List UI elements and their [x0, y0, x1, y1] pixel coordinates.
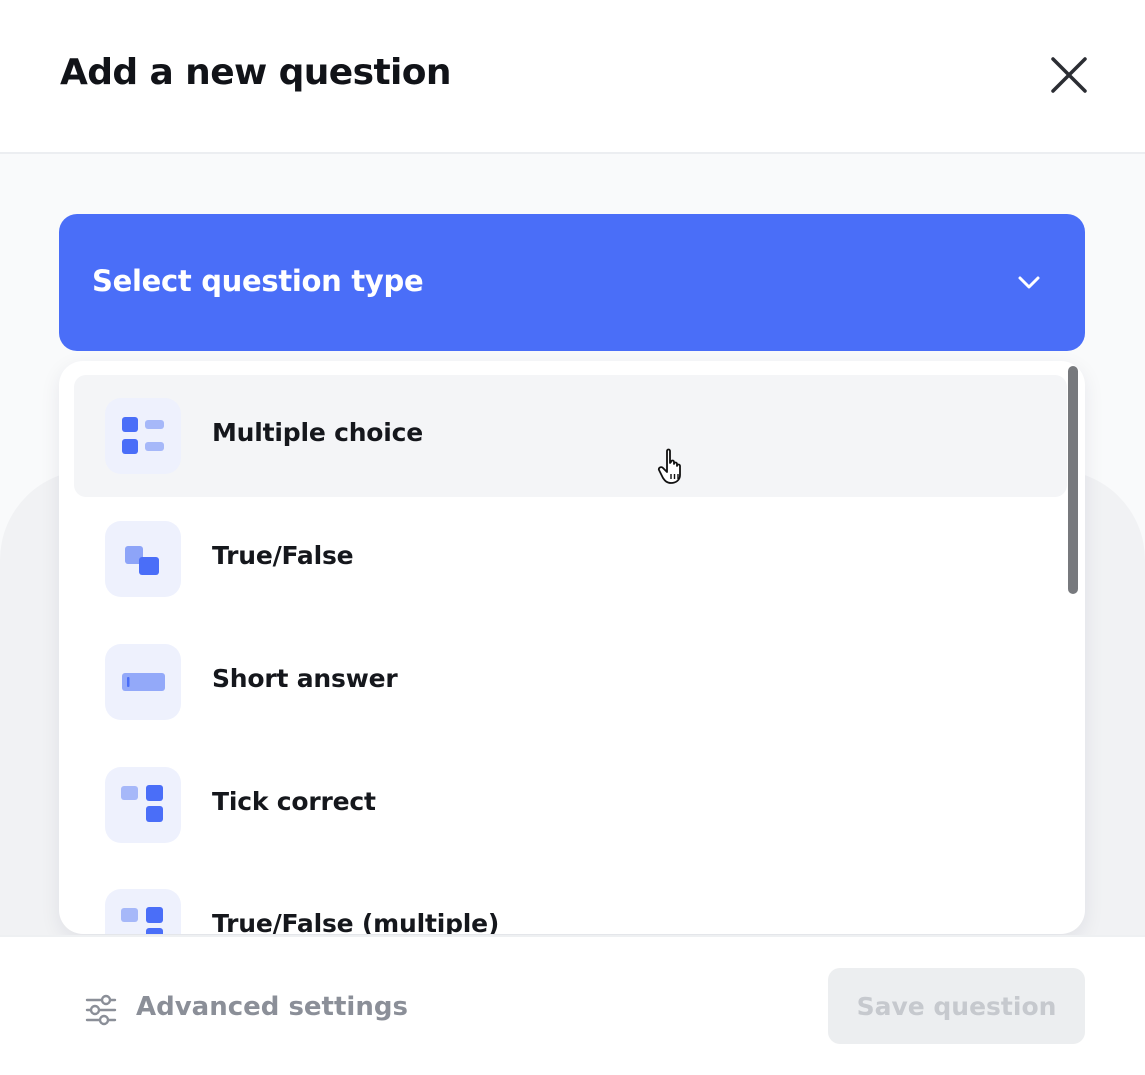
- multiple-choice-icon: [105, 398, 181, 474]
- chevron-down-icon: [1018, 276, 1040, 289]
- option-label: Tick correct: [212, 787, 376, 816]
- option-label: Short answer: [212, 664, 398, 693]
- option-true-false[interactable]: True/False: [74, 498, 1067, 620]
- save-question-label: Save question: [856, 992, 1057, 1021]
- close-button[interactable]: [1046, 52, 1092, 98]
- true-false-multiple-icon: [105, 889, 181, 934]
- short-answer-icon: [105, 644, 181, 720]
- option-true-false-multiple[interactable]: True/False (multiple): [74, 866, 1067, 934]
- question-type-select[interactable]: Select question type: [59, 214, 1085, 351]
- option-tick-correct[interactable]: Tick correct: [74, 744, 1067, 866]
- save-question-button[interactable]: Save question: [828, 968, 1085, 1044]
- option-label: Multiple choice: [212, 418, 424, 447]
- tick-correct-icon: [105, 767, 181, 843]
- hand-pointer-cursor-icon: [657, 448, 681, 484]
- question-type-dropdown: Multiple choice True/False Short answer: [59, 361, 1085, 934]
- option-label: True/False: [212, 541, 354, 570]
- true-false-icon: [105, 521, 181, 597]
- option-short-answer[interactable]: Short answer: [74, 621, 1067, 743]
- dropdown-scrollbar[interactable]: [1068, 366, 1078, 594]
- option-label: True/False (multiple): [212, 909, 500, 934]
- close-icon: [1051, 57, 1087, 93]
- sliders-icon: [85, 994, 117, 1026]
- select-label: Select question type: [92, 264, 424, 298]
- option-multiple-choice[interactable]: Multiple choice: [74, 375, 1067, 497]
- dialog-header: Add a new question: [0, 0, 1145, 154]
- dialog-title: Add a new question: [60, 52, 452, 93]
- dialog-footer: Advanced settings Save question: [0, 935, 1145, 1075]
- advanced-settings-label: Advanced settings: [136, 992, 408, 1022]
